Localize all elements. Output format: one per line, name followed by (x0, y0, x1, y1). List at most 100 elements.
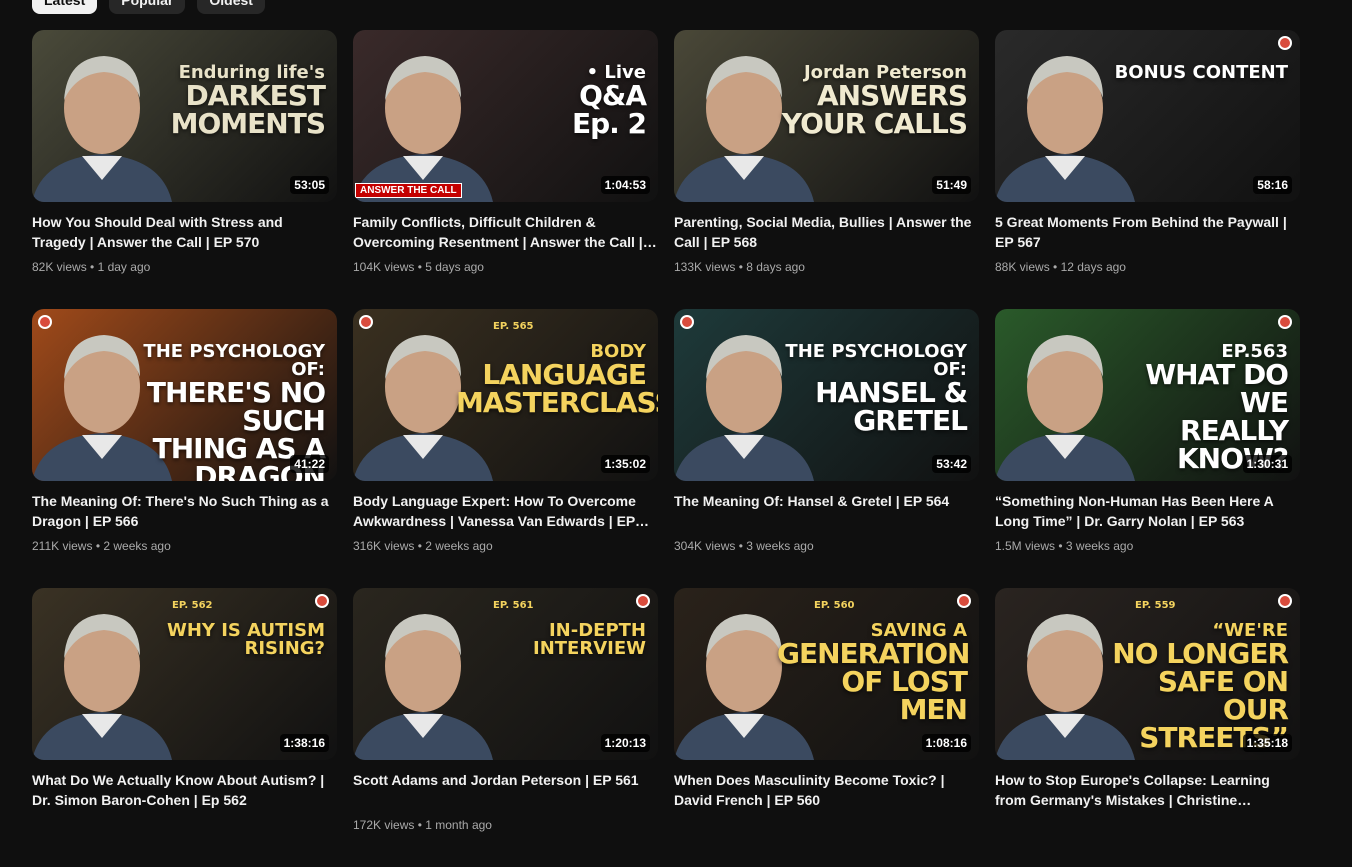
duration-badge: 53:05 (290, 176, 329, 194)
thumbnail-headline-line: NO LONGER (1112, 637, 1289, 670)
thumbnail-headline: SAVING A GENERATION OF LOST MEN (777, 622, 970, 726)
filter-chip-oldest[interactable]: Oldest (197, 0, 265, 14)
video-card[interactable]: BODY LANGUAGE MASTERCLASS EP. 565 1:35:02 Bod… (353, 309, 658, 588)
duration-badge: 51:49 (932, 176, 971, 194)
thumbnail-headline-line: Q&A (579, 79, 647, 112)
video-thumbnail[interactable]: WHY IS AUTISM RISING? EP. 562 1:38:16 (32, 588, 337, 760)
video-thumbnail[interactable]: “WE'RE NO LONGER SAFE ON OUR STREETS” EP. 5… (995, 588, 1300, 760)
video-card[interactable]: THE PSYCHOLOGY OF: HANSEL & GRETEL 53:42 The… (674, 309, 979, 588)
duration-badge: 1:20:13 (600, 734, 650, 752)
thumbnail-headline-line: ANSWERS (816, 79, 968, 112)
video-metadata: 316K views • 2 weeks ago (353, 537, 658, 555)
video-thumbnail[interactable]: BODY LANGUAGE MASTERCLASS EP. 565 1:35:02 (353, 309, 658, 481)
thumbnail-headline-line: HANSEL & (815, 376, 968, 409)
episode-tag: EP. 560 (814, 600, 855, 611)
thumbnail-headline-line: IN-DEPTH INTERVIEW (533, 620, 646, 659)
upload-age: 2 weeks ago (103, 539, 171, 553)
video-title[interactable]: What Do We Actually Know About Autism? |… (32, 770, 337, 810)
duration-badge: 41:22 (290, 455, 329, 473)
filter-chip-popular[interactable]: Popular (109, 0, 186, 14)
video-card[interactable]: THE PSYCHOLOGY OF: THERE'S NO SUCH THING A… (32, 309, 337, 588)
video-title[interactable]: Parenting, Social Media, Bullies | Answe… (674, 212, 979, 252)
upload-age: 1 day ago (97, 260, 151, 274)
thumbnail-headline: Enduring life's DARKEST MOMENTS (171, 64, 326, 138)
video-title[interactable]: The Meaning Of: There's No Such Thing as… (32, 491, 337, 531)
video-card[interactable]: EP.563 WHAT DO WE REALLY KNOW? 1:30:31 “Some… (995, 309, 1300, 588)
duration-badge: 1:35:02 (600, 455, 650, 473)
thumbnail-headline-line: GENERATION OF LOST MEN (777, 637, 970, 726)
thumbnail-headline: • Live Q&A Ep. 2 (572, 64, 647, 138)
separator-dot: • (92, 539, 104, 553)
view-count: 133K views (674, 260, 736, 274)
video-title[interactable]: Body Language Expert: How To Overcome Aw… (353, 491, 658, 531)
video-metadata: 88K views • 12 days ago (995, 258, 1300, 276)
upload-age: 5 days ago (425, 260, 484, 274)
video-title[interactable]: When Does Masculinity Become Toxic? | Da… (674, 770, 979, 810)
filter-chip-latest[interactable]: Latest (32, 0, 98, 14)
video-card[interactable]: • Live Q&A Ep. 2 ANSWER THE CALL 1:04:53 Fami… (353, 30, 658, 309)
upload-age: 8 days ago (746, 260, 805, 274)
thumbnail-headline: BONUS CONTENT (1115, 64, 1288, 82)
upload-age: 3 weeks ago (1065, 539, 1134, 553)
duration-badge: 58:16 (1253, 176, 1292, 194)
separator-dot: • (414, 818, 426, 832)
video-title[interactable]: 5 Great Moments From Behind the Paywall … (995, 212, 1300, 252)
video-title[interactable]: How to Stop Europe's Collapse: Learning … (995, 770, 1300, 810)
thumbnail-headline-line: WHAT DO WE (1145, 358, 1289, 419)
duration-badge: 1:38:16 (279, 734, 329, 752)
channel-logo-icon (636, 594, 650, 608)
video-thumbnail[interactable]: EP.563 WHAT DO WE REALLY KNOW? 1:30:31 (995, 309, 1300, 481)
video-title[interactable]: How You Should Deal with Stress and Trag… (32, 212, 337, 252)
video-thumbnail[interactable]: • Live Q&A Ep. 2 ANSWER THE CALL 1:04:53 (353, 30, 658, 202)
video-thumbnail[interactable]: IN-DEPTH INTERVIEW EP. 561 1:20:13 (353, 588, 658, 760)
duration-badge: 1:35:18 (1242, 734, 1292, 752)
video-title[interactable]: Family Conflicts, Difficult Children & O… (353, 212, 658, 252)
separator-dot: • (735, 539, 747, 553)
video-metadata: 104K views • 5 days ago (353, 258, 658, 276)
thumbnail-headline-line: YOUR CALLS (781, 107, 968, 140)
thumbnail-headline-line: GRETEL (853, 404, 968, 437)
separator-dot: • (414, 260, 426, 274)
video-card[interactable]: Enduring life's DARKEST MOMENTS 53:05 How Yo… (32, 30, 337, 309)
upload-age: 3 weeks ago (746, 539, 814, 553)
thumbnail-headline-line: THE PSYCHOLOGY OF: (143, 341, 325, 380)
view-count: 1.5M views (995, 539, 1056, 553)
duration-badge: 1:30:31 (1242, 455, 1292, 473)
episode-tag: EP. 565 (493, 321, 534, 332)
video-thumbnail[interactable]: THE PSYCHOLOGY OF: HANSEL & GRETEL 53:42 (674, 309, 979, 481)
video-metadata: 172K views • 1 month ago (353, 816, 658, 834)
video-thumbnail[interactable]: SAVING A GENERATION OF LOST MEN EP. 560 1:0… (674, 588, 979, 760)
video-thumbnail[interactable]: THE PSYCHOLOGY OF: THERE'S NO SUCH THING A… (32, 309, 337, 481)
upload-age: 1 month ago (425, 818, 492, 832)
duration-badge: 1:08:16 (921, 734, 971, 752)
video-card[interactable]: Jordan Peterson ANSWERS YOUR CALLS 51:49 Par… (674, 30, 979, 309)
view-count: 304K views (674, 539, 736, 553)
separator-dot: • (1049, 260, 1061, 274)
thumbnail-headline-line: THE PSYCHOLOGY OF: (785, 341, 967, 380)
video-card[interactable]: WHY IS AUTISM RISING? EP. 562 1:38:16 What … (32, 588, 337, 867)
view-count: 104K views (353, 260, 415, 274)
video-card[interactable]: SAVING A GENERATION OF LOST MEN EP. 560 1:0… (674, 588, 979, 867)
video-card[interactable]: BONUS CONTENT 58:16 5 Great Moments From B… (995, 30, 1300, 309)
video-thumbnail[interactable]: Enduring life's DARKEST MOMENTS 53:05 (32, 30, 337, 202)
video-card[interactable]: “WE'RE NO LONGER SAFE ON OUR STREETS” EP. 5… (995, 588, 1300, 867)
video-metadata: 82K views • 1 day ago (32, 258, 337, 276)
view-count: 172K views (353, 818, 415, 832)
separator-dot: • (86, 260, 98, 274)
video-thumbnail[interactable]: Jordan Peterson ANSWERS YOUR CALLS 51:49 (674, 30, 979, 202)
episode-tag: EP. 561 (493, 600, 534, 611)
video-title[interactable]: The Meaning Of: Hansel & Gretel | EP 564 (674, 491, 979, 531)
thumbnail-headline-line: DARKEST (185, 79, 326, 112)
video-title[interactable]: “Something Non-Human Has Been Here A Lon… (995, 491, 1300, 531)
channel-logo-icon (1278, 36, 1292, 50)
video-metadata: 304K views • 3 weeks ago (674, 537, 979, 555)
video-thumbnail[interactable]: BONUS CONTENT 58:16 (995, 30, 1300, 202)
video-title[interactable]: Scott Adams and Jordan Peterson | EP 561 (353, 770, 658, 810)
thumbnail-headline: “WE'RE NO LONGER SAFE ON OUR STREETS” (1098, 622, 1289, 752)
view-count: 82K views (32, 260, 87, 274)
channel-logo-icon (38, 315, 52, 329)
thumbnail-headline: Jordan Peterson ANSWERS YOUR CALLS (781, 64, 968, 140)
video-card[interactable]: IN-DEPTH INTERVIEW EP. 561 1:20:13 Scott Ad… (353, 588, 658, 867)
episode-tag: EP. 562 (172, 600, 213, 611)
thumbnail-headline-line: LANGUAGE (482, 358, 647, 391)
